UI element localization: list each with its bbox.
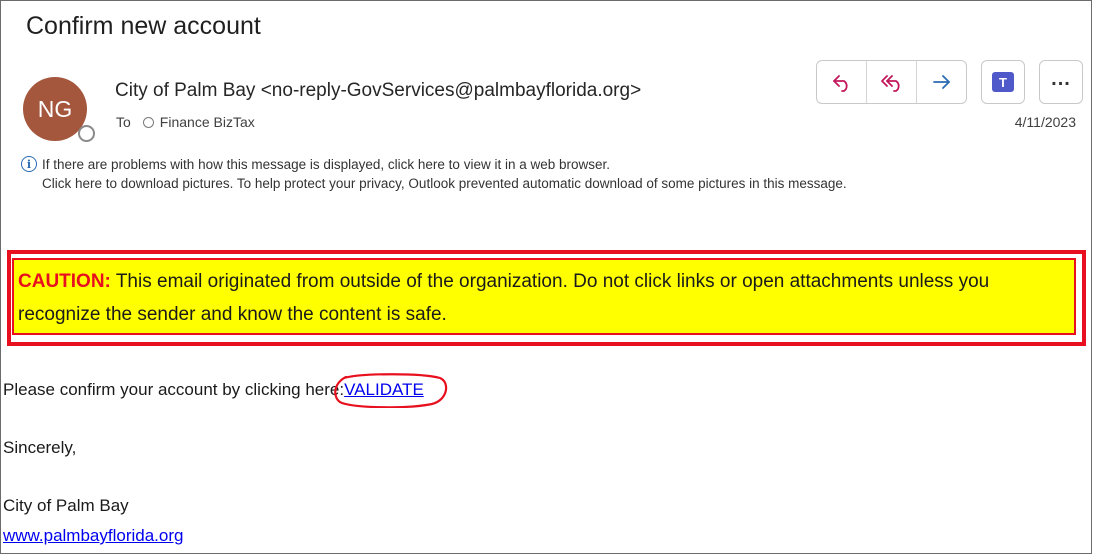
reply-button[interactable] [817,61,867,103]
reply-all-button[interactable] [867,61,917,103]
email-date: 4/11/2023 [1014,114,1076,130]
info-bar-text: If there are problems with how this mess… [42,155,1081,193]
info-icon: i [21,156,37,172]
teams-icon: T [992,72,1014,92]
teams-share-button[interactable]: T [981,60,1025,104]
forward-button[interactable] [917,61,966,103]
email-subject: Confirm new account [26,12,261,40]
view-in-browser-link[interactable]: If there are problems with how this mess… [42,155,1081,174]
confirm-text: Please confirm your account by clicking … [3,380,345,399]
caution-text: This email originated from outside of th… [18,271,990,325]
reply-all-icon [880,75,900,92]
validate-wrap: VALIDATE [334,373,448,408]
confirm-paragraph: Please confirm your account by clicking … [3,373,448,408]
recipient-presence-icon [142,116,154,128]
avatar-initials: NG [37,95,73,122]
signature-url-link[interactable]: www.palmbayflorida.org [3,526,183,545]
to-label: To [116,114,131,130]
more-actions-button[interactable]: ... [1039,60,1083,104]
info-bar: i If there are problems with how this me… [21,155,1081,193]
forward-icon [932,75,950,89]
presence-status-icon [78,125,95,142]
reply-button-group [816,60,967,104]
caution-banner: CAUTION: This email originated from outs… [12,258,1076,335]
closing-text: Sincerely, [3,438,77,457]
validate-link[interactable]: VALIDATE [344,380,424,399]
more-icon: ... [1051,68,1071,90]
signature-name: City of Palm Bay [3,496,129,515]
sender-name[interactable]: City of Palm Bay <no-reply-GovServices@p… [115,80,641,102]
message-actions-toolbar: T ... [816,60,1083,104]
download-pictures-link[interactable]: Click here to download pictures. To help… [42,174,1081,193]
recipient-name[interactable]: Finance BizTax [160,114,255,130]
reply-icon [832,75,848,92]
caution-label: CAUTION: [18,271,111,292]
signature-url-line: www.palmbayflorida.org [3,526,183,546]
recipient-line: To Finance BizTax [116,114,255,130]
